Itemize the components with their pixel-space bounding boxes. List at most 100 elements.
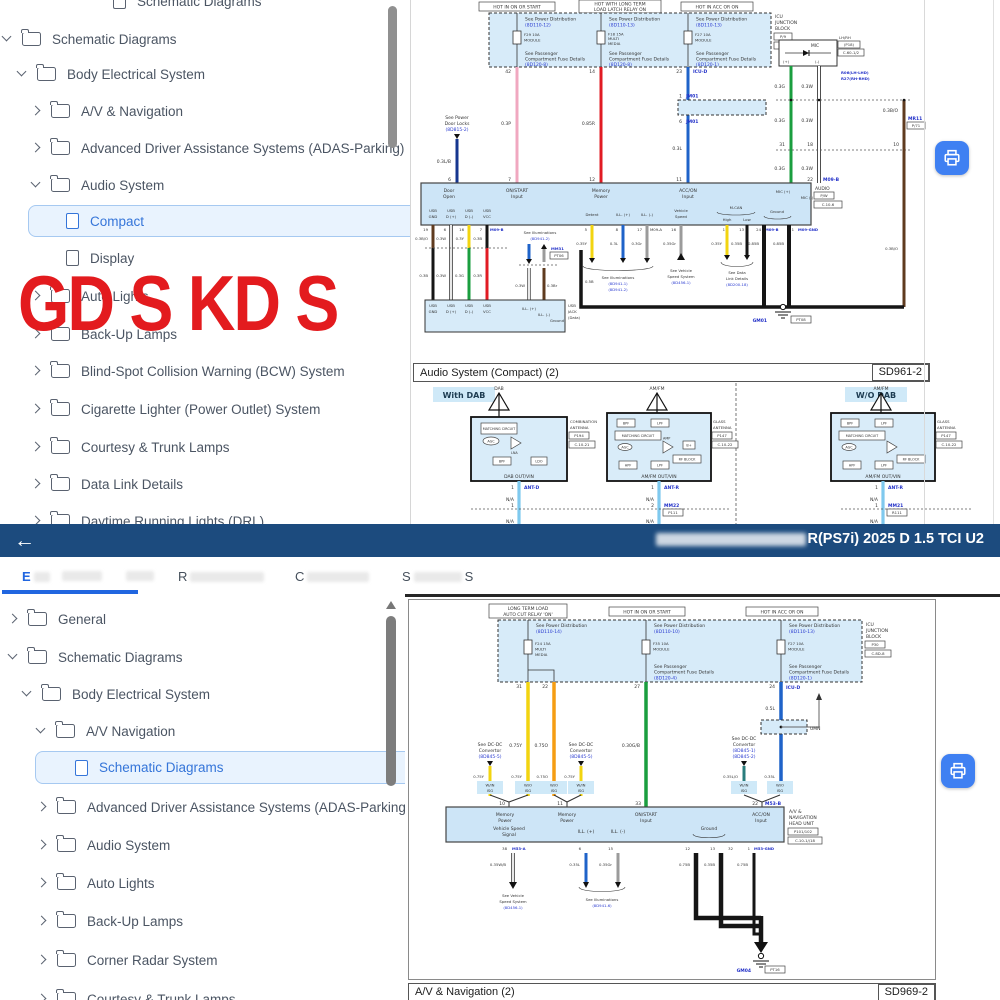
diagram-text: USB xyxy=(447,208,455,213)
tab-5[interactable]: S S xyxy=(402,569,473,584)
tab-1[interactable] xyxy=(62,571,102,581)
diagram-text: 0.75O xyxy=(537,774,548,779)
diagram-text: (8D120-1) xyxy=(696,62,719,68)
tree-item-corner-radar[interactable]: Corner Radar System xyxy=(37,947,218,973)
tree-item-adas[interactable]: Advanced Driver Assistance Systems (ADAS… xyxy=(31,135,404,161)
tree-item-bcw[interactable]: Blind-Spot Collision Warning (BCW) Syste… xyxy=(31,358,345,384)
diagram-text: 1 xyxy=(875,503,878,509)
tree-item-adas[interactable]: Advanced Driver Assistance Systems (ADAS… xyxy=(37,794,410,820)
diagram-text: ON/START xyxy=(506,188,529,194)
tree-item-label: Data Link Details xyxy=(81,476,184,492)
tree-item-cut[interactable]: Schematic Diagrams xyxy=(113,0,262,14)
diagram-text: LONG TERM LOAD xyxy=(508,606,549,612)
diagram-text: BPF xyxy=(499,460,505,464)
head-unit-band: Memory Power Memory Power ON/START Input… xyxy=(445,806,785,843)
diagram-text: 0.3Br xyxy=(547,283,558,288)
tree-item-backup-lamps[interactable]: Back-Up Lamps xyxy=(37,908,183,934)
connector-row: 38 M53-A 6 15 12 13 32 1 M53-GND xyxy=(502,846,774,851)
tree-item-label: Corner Radar System xyxy=(87,952,218,968)
diagram-text: 0.35L/O xyxy=(723,774,738,779)
tree-item-auto-lights[interactable]: Auto Lights xyxy=(37,870,155,896)
diagram-text: R27(RH-RHD) xyxy=(841,76,870,81)
tab-4[interactable]: C xyxy=(295,569,370,584)
diagram-text: C.10-22 xyxy=(942,442,957,447)
diagram-text: USB xyxy=(429,208,437,213)
section-header-bar: Audio System (Compact) (2) SD961-2 xyxy=(413,363,930,382)
diagram-text: (8D110-13) xyxy=(609,23,635,29)
chevron-right-icon xyxy=(37,916,47,926)
tree-item-courtesy-trunk[interactable]: Courtesy & Trunk Lamps xyxy=(37,986,236,1000)
tree-item-cigarette-lighter[interactable]: Cigarette Lighter (Power Outlet) System xyxy=(31,396,320,422)
tab-strip: E R C S S xyxy=(0,557,1000,594)
diagram-text: AMP xyxy=(663,437,670,441)
diagram-text: D (-) xyxy=(465,309,474,314)
diagram-text: BPF xyxy=(847,422,853,426)
tree-item-schematic-diagrams[interactable]: Schematic Diagrams xyxy=(8,644,183,670)
diagram-text: See Passenger xyxy=(789,664,822,670)
scrollbar-bottom[interactable] xyxy=(386,616,396,786)
diagram-text: MEDIA xyxy=(608,41,621,46)
scrollbar-top[interactable] xyxy=(388,6,397,148)
diagram-text: 0.35Y xyxy=(711,241,722,246)
folder-icon xyxy=(50,399,70,416)
tree-item-label: Schematic Diagrams xyxy=(52,31,177,47)
diagram-text: ACC/ON xyxy=(679,188,697,194)
tree-item-data-link[interactable]: Data Link Details xyxy=(31,471,183,497)
diagram-text: ISG xyxy=(777,788,784,793)
diagram-text: Low xyxy=(743,217,750,222)
tab-0[interactable]: E xyxy=(22,569,50,584)
diagram-text: C.8D-8 xyxy=(872,651,886,656)
diagram-text: Speed xyxy=(675,214,687,219)
diagram-text: (8D110-13) xyxy=(789,629,815,635)
print-button-top[interactable] xyxy=(935,141,969,175)
diagram-text: HPF xyxy=(625,464,632,468)
tab-2[interactable] xyxy=(126,571,154,581)
diagram-text: 0.35B xyxy=(731,241,742,246)
chevron-right-icon xyxy=(31,106,41,116)
diagram-text: Input xyxy=(682,194,694,200)
diagram-text: 0.35Gr xyxy=(599,862,612,867)
tree-item-audio-system[interactable]: Audio System xyxy=(31,172,164,198)
diagram-text: R06(LH-LHD) xyxy=(841,70,869,75)
diagram-text: BLOCK xyxy=(866,634,882,640)
redacted-text xyxy=(190,571,265,582)
print-button-bottom[interactable] xyxy=(941,754,975,788)
head-unit-band: Door Open ON/START Input Memory Power AC… xyxy=(420,182,843,226)
diagram-text: 7 xyxy=(480,227,483,232)
tree-item-av-navigation[interactable]: A/V Navigation xyxy=(36,718,175,744)
tree-item-body-electrical[interactable]: Body Electrical System xyxy=(17,61,205,87)
diagram-text: See Passenger xyxy=(696,51,729,57)
tree-item-courtesy-trunk[interactable]: Courtesy & Trunk Lamps xyxy=(31,434,230,460)
redacted-text xyxy=(413,571,462,582)
tree-item-label: Auto Lights xyxy=(87,875,155,891)
diagram-text: LPF xyxy=(881,464,887,468)
diagram-text: (-) xyxy=(815,59,820,64)
diagram-text: USB xyxy=(483,303,491,308)
tree-item-av-navigation[interactable]: A/V & Navigation xyxy=(31,98,183,124)
diagram-text: ICU-D xyxy=(693,69,707,75)
scroll-up-arrow[interactable] xyxy=(386,601,396,609)
back-arrow-icon[interactable]: ← xyxy=(14,530,35,551)
diagram-text: ILL. (+) xyxy=(522,306,536,311)
diagram-text: ISG xyxy=(525,788,532,793)
diagram-text: ICU-D xyxy=(786,685,800,691)
tree-item-schematic-diagrams[interactable]: Schematic Diagrams xyxy=(2,26,177,52)
diagram-text: HOT WITH LONG TERM xyxy=(594,1,645,7)
usb-wires: 0.3B/O 0.3W 0.3Y 0.3B 0.3B 0.3W 0.3G 0.3… xyxy=(415,225,507,300)
section-title: A/V & Navigation (2) xyxy=(415,986,515,998)
lower-wires: 0.35W/B 0.35L 0.35Gr 0.75B 0.35B 0.75B S… xyxy=(490,853,748,910)
tree-item-label: Cigarette Lighter (Power Outlet) System xyxy=(81,401,321,417)
diagram-text: AM/FM OUT/VIN xyxy=(865,474,900,480)
tab-3[interactable]: R xyxy=(178,569,265,584)
tree-item-body-electrical[interactable]: Body Electrical System xyxy=(22,681,210,707)
tree-item-schematic-selected[interactable]: Schematic Diagrams xyxy=(35,751,416,784)
diagram-text: C.10-1//18 xyxy=(795,838,815,843)
tree-item-label: Courtesy & Trunk Lamps xyxy=(81,439,230,455)
tree-item-audio-system[interactable]: Audio System xyxy=(37,832,170,858)
vehicle-title-text: R(PS7i) 2025 D 1.5 TCI U2 xyxy=(807,531,985,547)
diagram-text: MODULE xyxy=(695,38,712,43)
tree-item-label: Body Electrical System xyxy=(72,686,211,702)
folder-icon xyxy=(50,138,70,155)
tree-item-general[interactable]: General xyxy=(8,606,106,632)
tree-item-compact-selected[interactable]: Compact xyxy=(28,205,420,237)
